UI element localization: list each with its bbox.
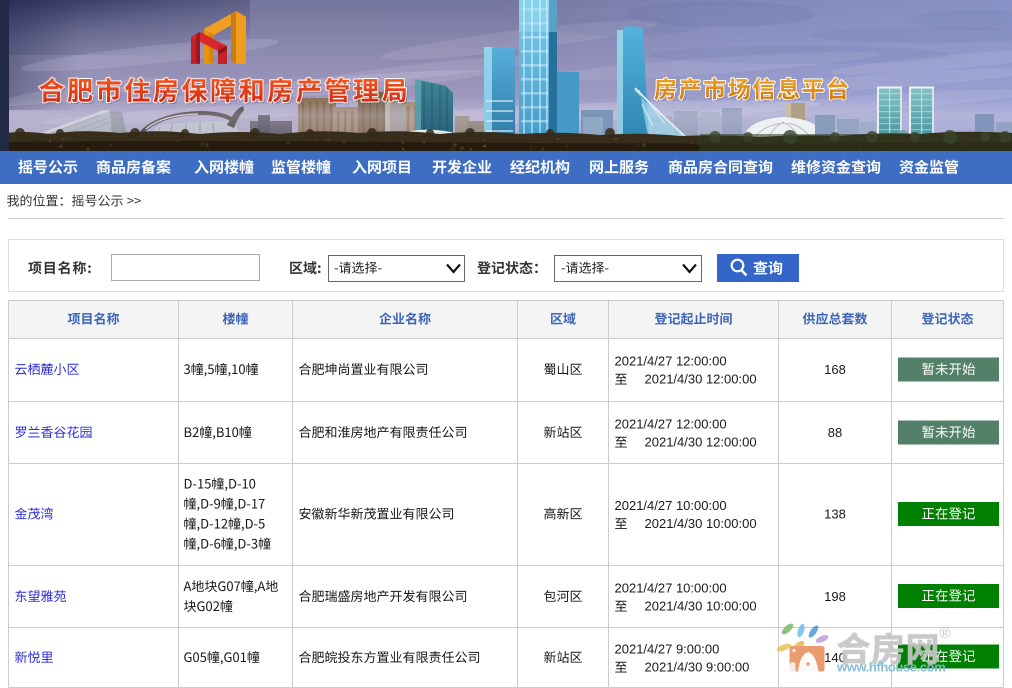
svg-text:138: 138	[824, 507, 846, 522]
svg-text:168: 168	[824, 362, 846, 377]
svg-text:2021/4/30 10:00:00: 2021/4/30 10:00:00	[645, 516, 757, 531]
svg-text:2021/4/30 10:00:00: 2021/4/30 10:00:00	[645, 599, 757, 614]
svg-text:2021/4/27 12:00:00: 2021/4/27 12:00:00	[615, 354, 727, 369]
svg-text:2021/4/27 10:00:00: 2021/4/27 10:00:00	[615, 581, 727, 596]
svg-text:88: 88	[828, 425, 842, 440]
svg-text:2021/4/27 10:00:00: 2021/4/27 10:00:00	[615, 498, 727, 513]
svg-text:2021/4/27 12:00:00: 2021/4/27 12:00:00	[615, 417, 727, 432]
svg-text:2021/4/30 12:00:00: 2021/4/30 12:00:00	[645, 435, 757, 450]
svg-text:www.hfhouse.com: www.hfhouse.com	[836, 660, 945, 675]
svg-text:2021/4/30 9:00:00: 2021/4/30 9:00:00	[645, 660, 750, 675]
svg-text:®: ®	[940, 625, 951, 642]
svg-text:2021/4/30 12:00:00: 2021/4/30 12:00:00	[645, 372, 757, 387]
svg-text:2021/4/27 9:00:00: 2021/4/27 9:00:00	[615, 642, 720, 657]
svg-text:198: 198	[824, 589, 846, 604]
